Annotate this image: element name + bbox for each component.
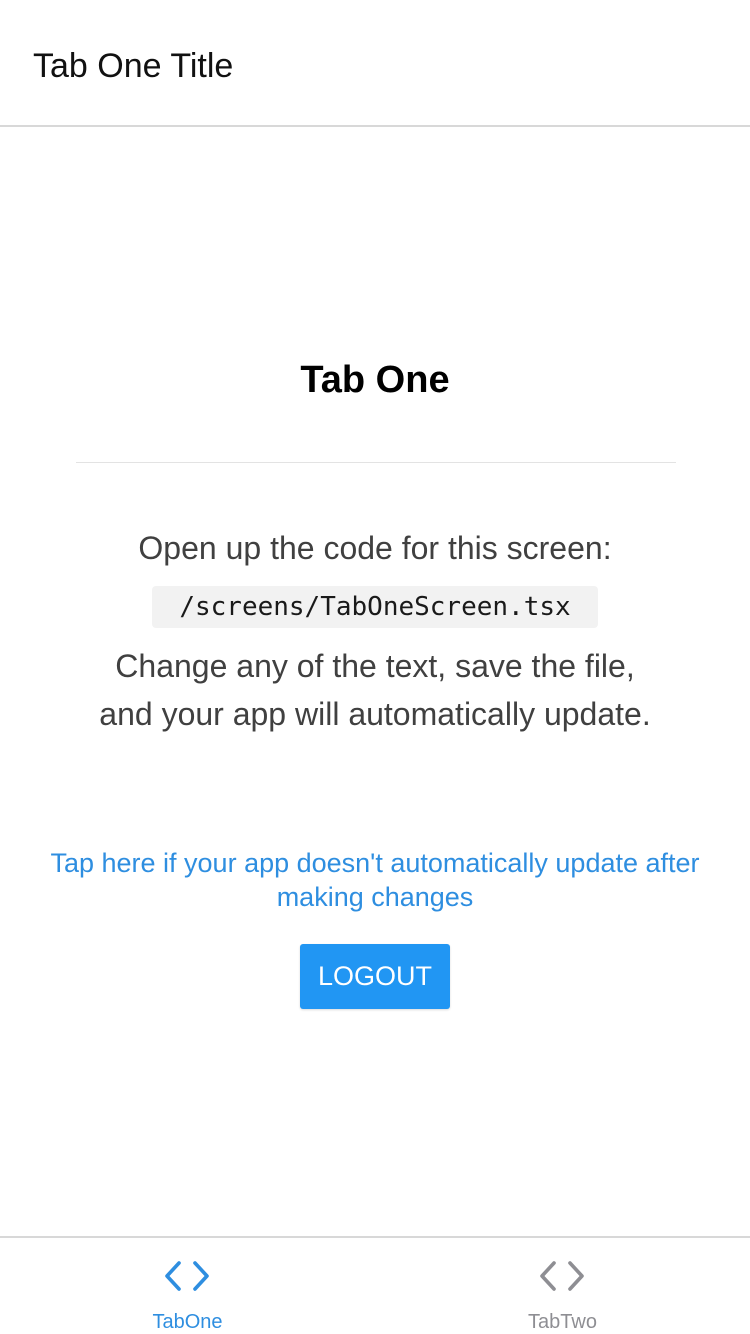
header-title: Tab One Title bbox=[33, 47, 234, 85]
bottom-tab-bar: TabOne TabTwo bbox=[0, 1236, 750, 1334]
navigation-header: Tab One Title bbox=[0, 0, 750, 127]
code-icon bbox=[165, 1261, 209, 1291]
instructions-text: Change any of the text, save the file, a… bbox=[99, 648, 651, 732]
page-title: Tab One bbox=[300, 359, 450, 401]
code-path-highlight: /screens/TabOneScreen.tsx bbox=[152, 586, 598, 628]
app-screen: Tab One Title Tab One Open up the code f… bbox=[0, 0, 750, 1334]
tab-tabone[interactable]: TabOne bbox=[0, 1238, 375, 1334]
logout-button[interactable]: LOGOUT bbox=[300, 944, 450, 1009]
divider bbox=[76, 462, 676, 463]
code-path-text: /screens/TabOneScreen.tsx bbox=[179, 592, 571, 622]
tab-label: TabOne bbox=[152, 1311, 223, 1333]
tab-label: TabTwo bbox=[528, 1311, 597, 1333]
help-link[interactable]: Tap here if your app doesn't automatical… bbox=[40, 846, 710, 914]
code-icon bbox=[540, 1261, 584, 1291]
intro-text: Open up the code for this screen: bbox=[138, 530, 612, 566]
tab-tabtwo[interactable]: TabTwo bbox=[375, 1238, 750, 1334]
